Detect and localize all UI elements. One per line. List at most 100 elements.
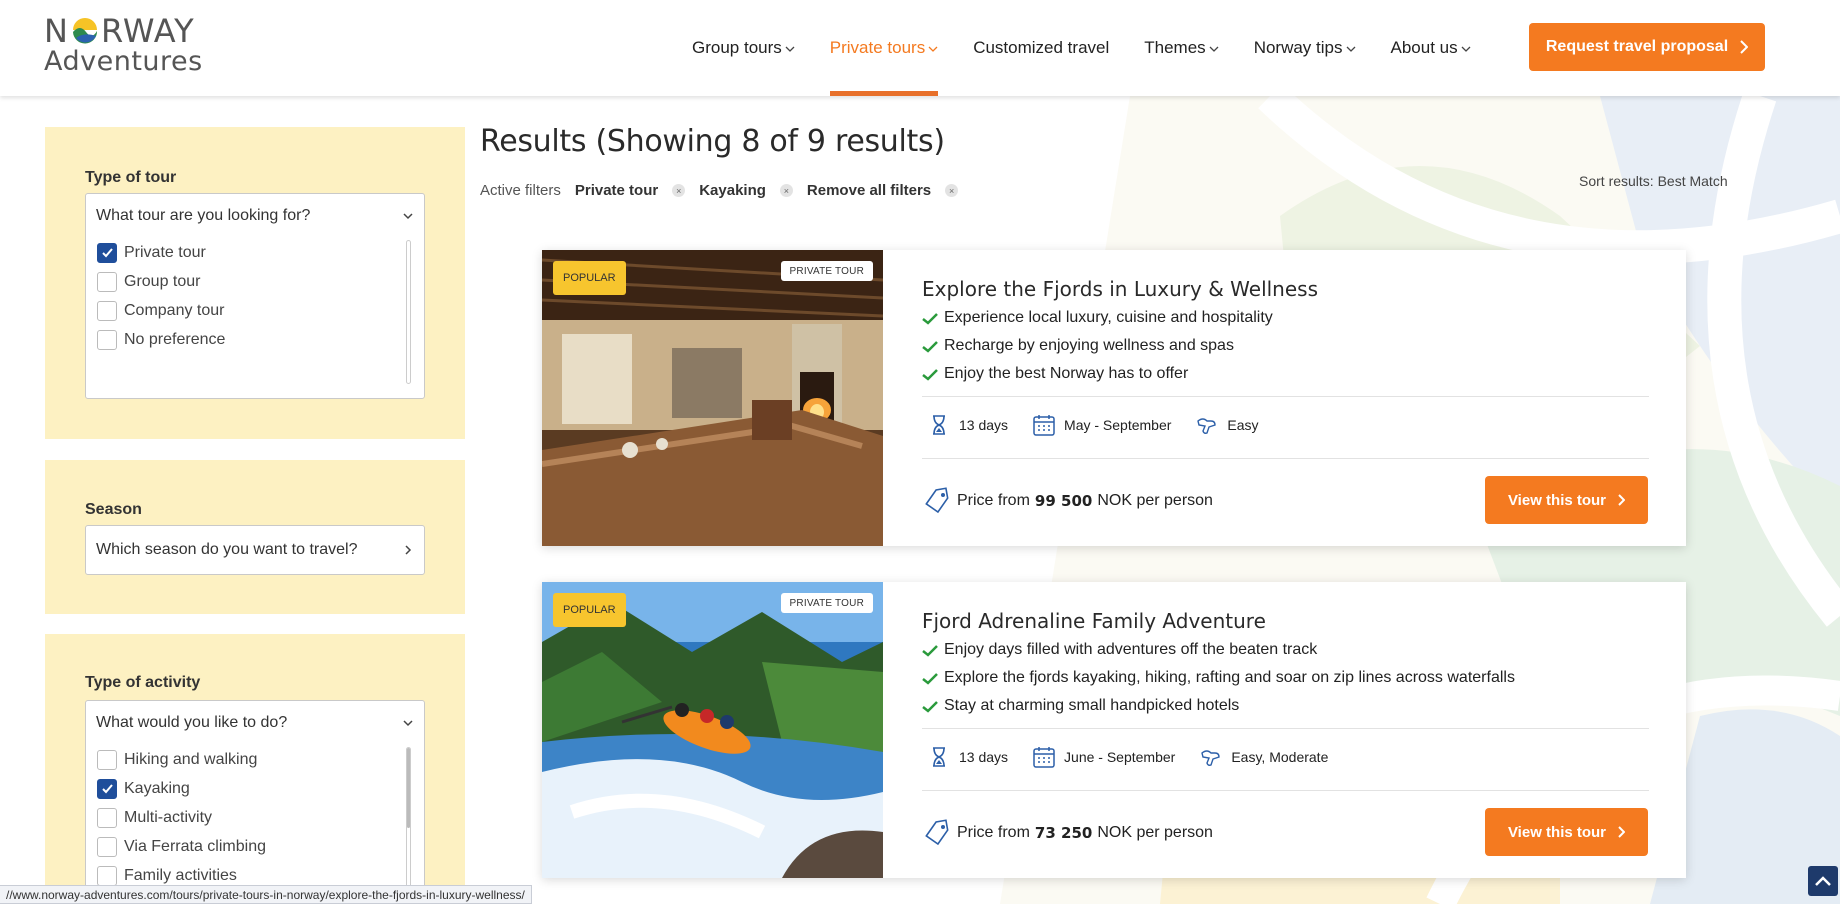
checkbox[interactable] — [97, 271, 117, 292]
checkbox[interactable] — [97, 329, 117, 350]
highlight-text: Enjoy days filled with adventures off th… — [944, 641, 1318, 658]
hourglass-icon — [933, 747, 945, 767]
check-icon — [101, 784, 113, 794]
calendar-icon — [1033, 747, 1055, 768]
activity-select: What would you like to do? Hiking and wa… — [85, 700, 425, 904]
tour-facts: 13 days June - September Easy, Moderate — [927, 745, 1352, 769]
tour-type-option-group[interactable]: Group tour — [86, 267, 424, 296]
difficulty-text: Easy, Moderate — [1231, 749, 1329, 765]
highlight-item: Enjoy the best Norway has to offer — [922, 360, 1273, 388]
checkbox-checked[interactable] — [97, 778, 117, 799]
check-icon — [922, 340, 938, 353]
remove-all-filters[interactable]: Remove all filters × — [806, 182, 959, 199]
scrollbar[interactable] — [406, 747, 411, 904]
check-icon — [922, 368, 938, 381]
logo-text-pre: N — [44, 12, 69, 50]
nav-label: Themes — [1144, 38, 1206, 57]
sort-results[interactable]: Sort results: Best Match — [1579, 173, 1728, 189]
scrollbar-thumb[interactable] — [407, 748, 410, 828]
nav-themes[interactable]: Themes — [1144, 0, 1219, 96]
checkbox[interactable] — [97, 836, 117, 857]
chevron-down-icon — [403, 720, 413, 727]
close-icon[interactable]: × — [672, 184, 686, 197]
nav-label: About us — [1390, 38, 1458, 57]
back-to-top-button[interactable] — [1808, 866, 1838, 896]
difficulty: Easy — [1195, 413, 1259, 437]
site-header: N RWAY Adventures Group tours Private to… — [0, 0, 1840, 96]
activity-option-multi[interactable]: Multi-activity — [86, 803, 424, 832]
highlight-item: Enjoy days filled with adventures off th… — [922, 636, 1515, 664]
browser-status-url: //www.norway-adventures.com/tours/privat… — [0, 885, 532, 904]
check-icon — [101, 248, 113, 258]
duration: 13 days — [927, 413, 1008, 437]
scrollbar[interactable] — [406, 240, 411, 384]
chevron-down-icon — [928, 46, 938, 52]
close-icon[interactable]: × — [779, 184, 793, 197]
filter-chip-private-tour[interactable]: Private tour × — [575, 182, 686, 199]
filter-panel-tour-type: Type of tour What tour are you looking f… — [45, 127, 465, 439]
logo-subtext: Adventures — [44, 46, 203, 77]
nav-private-tours[interactable]: Private tours — [829, 0, 939, 96]
hourglass-icon — [933, 415, 945, 435]
activity-option-via-ferrata[interactable]: Via Ferrata climbing — [86, 832, 424, 861]
difficulty: Easy, Moderate — [1199, 745, 1328, 769]
highlight-item: Stay at charming small handpicked hotels — [922, 692, 1515, 720]
filter-chip-kayaking[interactable]: Kayaking × — [699, 182, 793, 199]
request-travel-proposal-button[interactable]: Request travel proposal — [1529, 23, 1765, 71]
brand-logo[interactable]: N RWAY Adventures — [44, 12, 224, 77]
cta-label: Request travel proposal — [1545, 38, 1729, 55]
season-select[interactable]: Which season do you want to travel? — [85, 525, 425, 575]
tour-type-option-company[interactable]: Company tour — [86, 296, 424, 325]
option-label: No preference — [124, 330, 226, 348]
activity-placeholder: What would you like to do? — [96, 714, 288, 731]
checkbox[interactable] — [97, 865, 117, 886]
divider — [922, 458, 1649, 459]
activity-option-hiking[interactable]: Hiking and walking — [86, 745, 424, 774]
view-tour-button[interactable]: View this tour — [1485, 476, 1648, 524]
tour-type-dropdown[interactable]: What tour are you looking for? — [86, 194, 424, 238]
duration: 13 days — [927, 745, 1008, 769]
nav-group-tours[interactable]: Group tours — [692, 0, 795, 96]
filter-panel-season: Season Which season do you want to trave… — [45, 460, 465, 614]
chevron-right-icon — [1618, 826, 1626, 838]
main-nav: Group tours Private tours Customized tra… — [692, 0, 1506, 96]
nav-label: Group tours — [692, 38, 782, 57]
duration-text: 13 days — [959, 749, 1009, 765]
price-prefix: Price from — [957, 824, 1030, 841]
activity-dropdown[interactable]: What would you like to do? — [86, 701, 424, 745]
chevron-right-icon — [1618, 494, 1626, 506]
season: June - September — [1032, 745, 1175, 769]
checkbox[interactable] — [97, 807, 117, 828]
close-icon[interactable]: × — [945, 184, 959, 197]
view-tour-button[interactable]: View this tour — [1485, 808, 1648, 856]
tour-title[interactable]: Fjord Adrenaline Family Adventure — [922, 609, 1266, 633]
tour-type-option-private[interactable]: Private tour — [86, 238, 424, 267]
tour-type-option-no-preference[interactable]: No preference — [86, 325, 424, 354]
active-filters-label: Active filters — [480, 182, 561, 199]
chevron-down-icon — [1209, 46, 1219, 52]
tour-price: Price from 99 500 NOK per person — [922, 486, 1213, 516]
check-icon — [922, 312, 938, 325]
price-prefix: Price from — [957, 492, 1030, 509]
logo-text-post: RWAY — [100, 12, 195, 50]
nav-about-us[interactable]: About us — [1391, 0, 1471, 96]
chip-label: Remove all filters — [806, 182, 932, 199]
season-dropdown[interactable]: Which season do you want to travel? — [86, 526, 424, 574]
option-label: Group tour — [124, 272, 201, 290]
tour-card: POPULAR PRIVATE TOUR Fjord Adrenaline Fa… — [542, 582, 1686, 878]
checkbox[interactable] — [97, 300, 117, 321]
chevron-right-icon — [405, 545, 412, 555]
nav-norway-tips[interactable]: Norway tips — [1254, 0, 1356, 96]
checkbox-checked[interactable] — [97, 242, 117, 263]
checkbox[interactable] — [97, 749, 117, 770]
option-label: Via Ferrata climbing — [124, 837, 266, 855]
highlight-item: Explore the fjords kayaking, hiking, raf… — [922, 664, 1515, 692]
price-suffix: NOK per person — [1097, 824, 1213, 841]
tour-image[interactable]: POPULAR PRIVATE TOUR — [542, 250, 883, 546]
nav-customized-travel[interactable]: Customized travel — [973, 0, 1109, 96]
activity-option-kayaking[interactable]: Kayaking — [86, 774, 424, 803]
tour-image[interactable]: POPULAR PRIVATE TOUR — [542, 582, 883, 878]
tour-title[interactable]: Explore the Fjords in Luxury & Wellness — [922, 277, 1318, 301]
price-suffix: NOK per person — [1097, 492, 1213, 509]
results-title: Results (Showing 8 of 9 results) — [480, 124, 945, 159]
